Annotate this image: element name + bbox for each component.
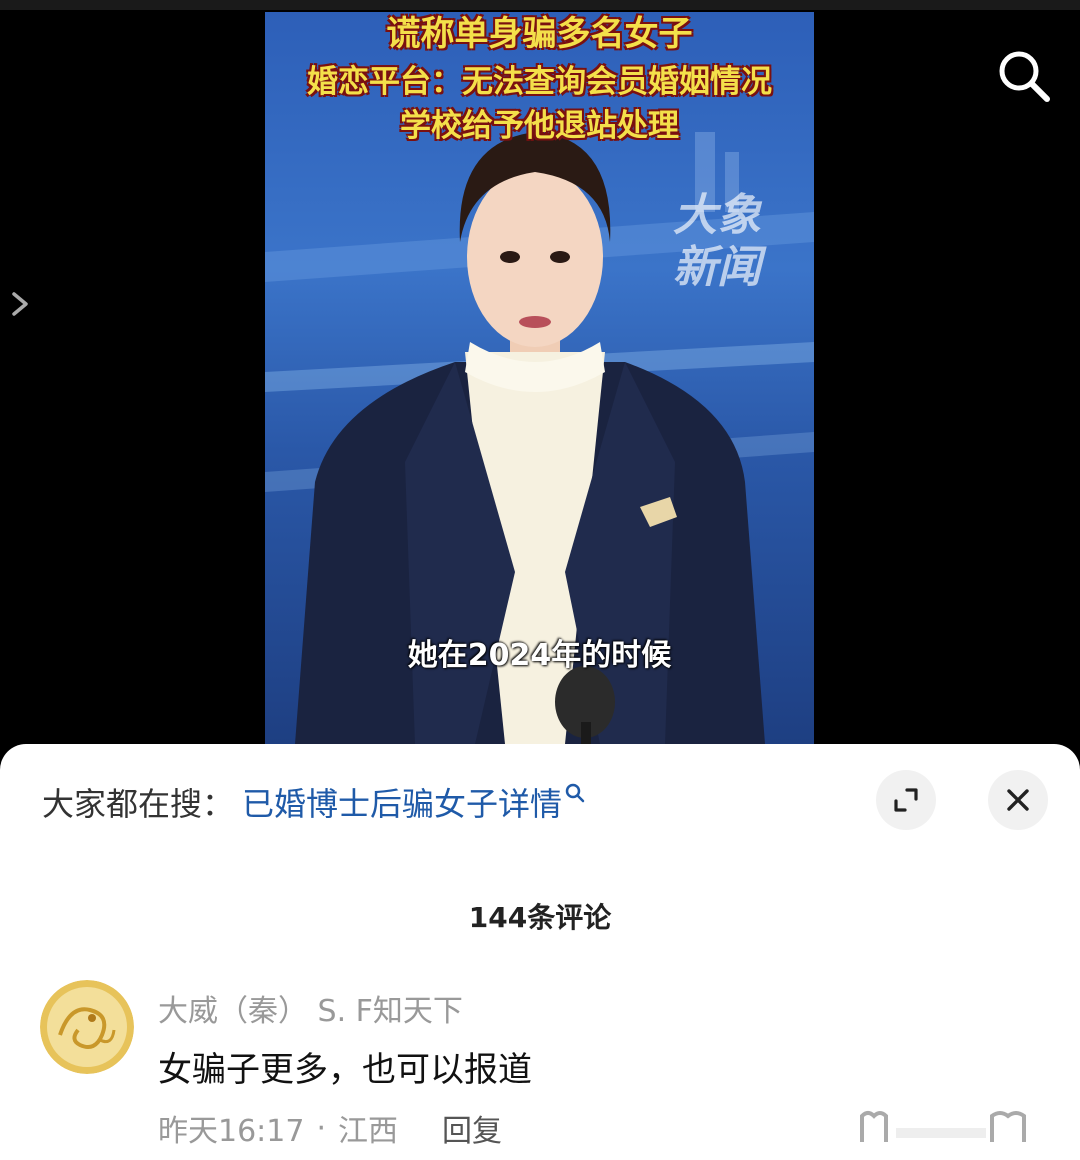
chevron-right-icon: [12, 292, 28, 316]
search-icon: [999, 51, 1050, 102]
headline-line-1: 谎称单身骗多名女子: [386, 14, 693, 54]
comment-time: 昨天16:17: [158, 1114, 305, 1149]
like-dislike-icons[interactable]: [860, 1106, 1040, 1146]
side-panel-toggle[interactable]: [8, 288, 32, 320]
trending-search-prefix: 大家都在搜：: [42, 785, 235, 823]
channel-watermark: 大象新闻: [673, 190, 761, 293]
meta-separator: ·: [316, 1110, 327, 1146]
comment-location: 江西: [338, 1114, 399, 1149]
comment-count: 144条评论: [468, 901, 612, 934]
comment-text: 女骗子更多，也可以报道: [158, 1050, 532, 1090]
headline-line-3: 学校给予他退站处理: [400, 108, 679, 144]
headline-line-2: 婚恋平台：无法查询会员婚姻情况: [307, 64, 772, 100]
trending-search-row[interactable]: 大家都在搜： 已婚博士后骗女子详情: [42, 780, 586, 824]
trending-search-link[interactable]: 已婚博士后骗女子详情: [242, 779, 562, 825]
search-button[interactable]: [994, 46, 1054, 106]
comment-item: 大威（秦） S. F知天下 女骗子更多，也可以报道 昨天16:17 · 江西 回…: [40, 980, 1040, 1160]
comment-meta: 昨天16:17 · 江西 回复: [158, 1106, 502, 1150]
video-player[interactable]: 谎称单身骗多名女子 婚恋平台：无法查询会员婚姻情况 学校给予他退站处理 大象新闻…: [265, 12, 814, 744]
dragon-avatar: [40, 980, 134, 1074]
reply-button[interactable]: 回复: [442, 1106, 502, 1150]
avatar[interactable]: [40, 980, 134, 1074]
comment-author[interactable]: 大威（秦） S. F知天下: [158, 986, 463, 1030]
expand-icon: [894, 788, 918, 812]
status-strip: [0, 0, 1080, 10]
video-subtitle: 她在2024年的时候: [407, 638, 672, 673]
comments-sheet: 大家都在搜： 已婚博士后骗女子详情 144条评论 大威（秦） S. F知天下 女…: [0, 744, 1080, 1160]
close-button[interactable]: [988, 770, 1048, 830]
close-icon: [1007, 789, 1029, 811]
expand-button[interactable]: [876, 770, 936, 830]
search-icon: [565, 783, 585, 803]
